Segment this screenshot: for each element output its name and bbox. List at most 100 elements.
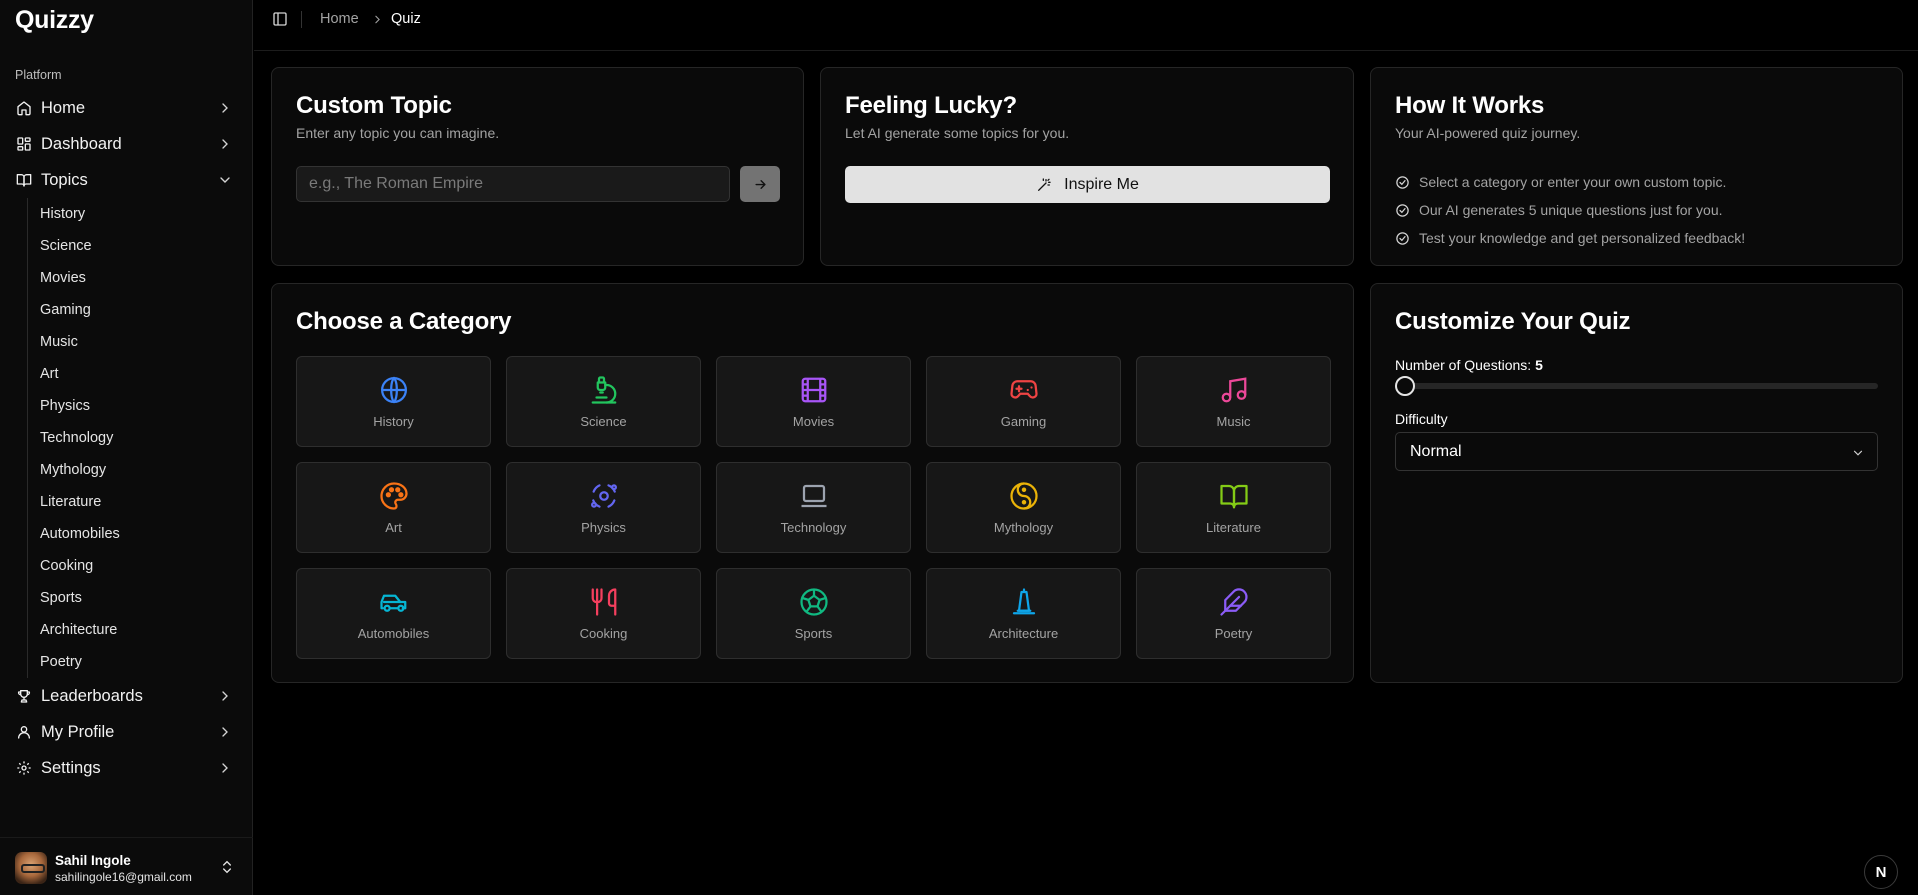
- chevrons-up-down-icon: [223, 860, 231, 874]
- category-technology[interactable]: Technology: [716, 462, 911, 553]
- sidebar-subitem-poetry[interactable]: Poetry: [28, 646, 237, 678]
- sidebar-subitem-architecture[interactable]: Architecture: [28, 614, 237, 646]
- topics-submenu: History Science Movies Gaming Music Art …: [27, 198, 237, 678]
- difficulty-select[interactable]: Normal: [1395, 432, 1878, 471]
- card-title: Feeling Lucky?: [845, 92, 1017, 119]
- card-title: Customize Your Quiz: [1395, 308, 1631, 335]
- arrow-right-icon: [754, 179, 766, 189]
- gear-icon: [16, 760, 32, 776]
- difficulty-label: Difficulty: [1395, 411, 1448, 427]
- inspire-me-button[interactable]: Inspire Me: [845, 166, 1330, 203]
- utensils-icon: [591, 587, 616, 616]
- card-title: Choose a Category: [296, 308, 512, 335]
- sidebar-subitem-mythology[interactable]: Mythology: [28, 454, 237, 486]
- category-label: Architecture: [988, 625, 1059, 641]
- sidebar-item-label: Home: [41, 98, 86, 117]
- category-music[interactable]: Music: [1136, 356, 1331, 447]
- user-menu[interactable]: Sahil Ingole sahilingole16@gmail.com: [0, 837, 253, 895]
- sidebar-subitem-cooking[interactable]: Cooking: [28, 550, 237, 582]
- slider-thumb[interactable]: [1395, 376, 1415, 396]
- chevron-down-icon: [220, 177, 230, 183]
- category-history[interactable]: History: [296, 356, 491, 447]
- sidebar-item-label: My Profile: [41, 722, 115, 741]
- questions-label-text: Number of Questions:: [1395, 357, 1532, 373]
- sidebar-subitem-technology[interactable]: Technology: [28, 422, 237, 454]
- sidebar-subitem-gaming[interactable]: Gaming: [28, 294, 237, 326]
- category-cooking[interactable]: Cooking: [506, 568, 701, 659]
- sidebar-subitem-movies[interactable]: Movies: [28, 262, 237, 294]
- category-label: Sports: [794, 625, 833, 641]
- chevron-right-icon: [222, 103, 228, 113]
- category-gaming[interactable]: Gaming: [926, 356, 1121, 447]
- sidebar-subitem-history[interactable]: History: [28, 198, 237, 230]
- questions-count: 5: [1535, 357, 1543, 373]
- card-subtitle: Let AI generate some topics for you.: [845, 125, 1070, 141]
- chevron-right-icon: [222, 691, 228, 701]
- category-literature[interactable]: Literature: [1136, 462, 1331, 553]
- category-automobiles[interactable]: Automobiles: [296, 568, 491, 659]
- yin-yang-icon: [1009, 481, 1038, 510]
- choose-category-card: Choose a Category History Science Movies…: [271, 283, 1354, 683]
- magic-wand-icon: [1038, 177, 1051, 191]
- category-label: Science: [580, 413, 627, 429]
- sidebar-subitem-science[interactable]: Science: [28, 230, 237, 262]
- orbit-icon: [590, 483, 617, 508]
- sidebar-item-home[interactable]: Home: [8, 92, 245, 124]
- avatar: [15, 852, 47, 884]
- sidebar-subitem-automobiles[interactable]: Automobiles: [28, 518, 237, 550]
- sidebar-subitem-art[interactable]: Art: [28, 358, 237, 390]
- questions-slider[interactable]: [1395, 376, 1878, 396]
- category-science[interactable]: Science: [506, 356, 701, 447]
- breadcrumb-home[interactable]: Home: [320, 11, 359, 27]
- chevron-right-icon: [375, 15, 380, 24]
- custom-topic-input[interactable]: [296, 166, 730, 202]
- slider-track: [1395, 383, 1878, 389]
- customize-quiz-card: Customize Your Quiz Number of Questions:…: [1370, 283, 1903, 683]
- sidebar-item-topics[interactable]: Topics: [8, 164, 245, 196]
- category-art[interactable]: Art: [296, 462, 491, 553]
- category-label: Physics: [581, 519, 626, 535]
- palette-icon: [379, 481, 408, 510]
- category-mythology[interactable]: Mythology: [926, 462, 1121, 553]
- sidebar-toggle-icon[interactable]: [272, 11, 288, 27]
- chevron-right-icon: [222, 139, 228, 149]
- sidebar-subitem-music[interactable]: Music: [28, 326, 237, 358]
- category-architecture[interactable]: Architecture: [926, 568, 1121, 659]
- category-label: Literature: [1206, 519, 1261, 535]
- sidebar-item-label: Settings: [41, 758, 101, 777]
- divider: [301, 11, 302, 28]
- next-dev-tools-button[interactable]: N: [1864, 855, 1898, 889]
- sidebar-item-dashboard[interactable]: Dashboard: [8, 128, 245, 160]
- sidebar-subitem-physics[interactable]: Physics: [28, 390, 237, 422]
- sidebar-item-leaderboards[interactable]: Leaderboards: [8, 680, 245, 712]
- category-movies[interactable]: Movies: [716, 356, 911, 447]
- sidebar-item-profile[interactable]: My Profile: [8, 716, 245, 748]
- sidebar-subitem-sports[interactable]: Sports: [28, 582, 237, 614]
- trophy-icon: [16, 688, 32, 704]
- how-it-works-card: How It Works Your AI-powered quiz journe…: [1370, 67, 1903, 266]
- feather-icon: [1219, 587, 1248, 616]
- sidebar-subitem-literature[interactable]: Literature: [28, 486, 237, 518]
- sidebar-item-settings[interactable]: Settings: [8, 752, 245, 784]
- submit-topic-button[interactable]: [740, 166, 780, 202]
- user-name: Sahil Ingole: [55, 853, 131, 868]
- check-circle-icon: [1396, 175, 1409, 189]
- category-label: Technology: [780, 519, 847, 535]
- microscope-icon: [591, 375, 616, 404]
- category-physics[interactable]: Physics: [506, 462, 701, 553]
- user-email: sahilingole16@gmail.com: [55, 870, 192, 884]
- sidebar: Quizzy Platform Home Dashboard Topics Hi…: [0, 0, 253, 895]
- category-sports[interactable]: Sports: [716, 568, 911, 659]
- category-poetry[interactable]: Poetry: [1136, 568, 1331, 659]
- category-label: Automobiles: [357, 625, 430, 641]
- book-open-icon: [16, 172, 32, 188]
- category-label: Movies: [792, 413, 835, 429]
- questions-label: Number of Questions: 5: [1395, 357, 1543, 373]
- soccer-ball-icon: [799, 587, 828, 616]
- steps-list: Select a category or enter your own cust…: [1395, 168, 1745, 252]
- sidebar-group-label: Platform: [15, 68, 62, 82]
- breadcrumb-current: Quiz: [391, 11, 421, 27]
- globe-icon: [380, 376, 407, 403]
- app-logo[interactable]: Quizzy: [15, 6, 94, 35]
- custom-topic-card: Custom Topic Enter any topic you can ima…: [271, 67, 804, 266]
